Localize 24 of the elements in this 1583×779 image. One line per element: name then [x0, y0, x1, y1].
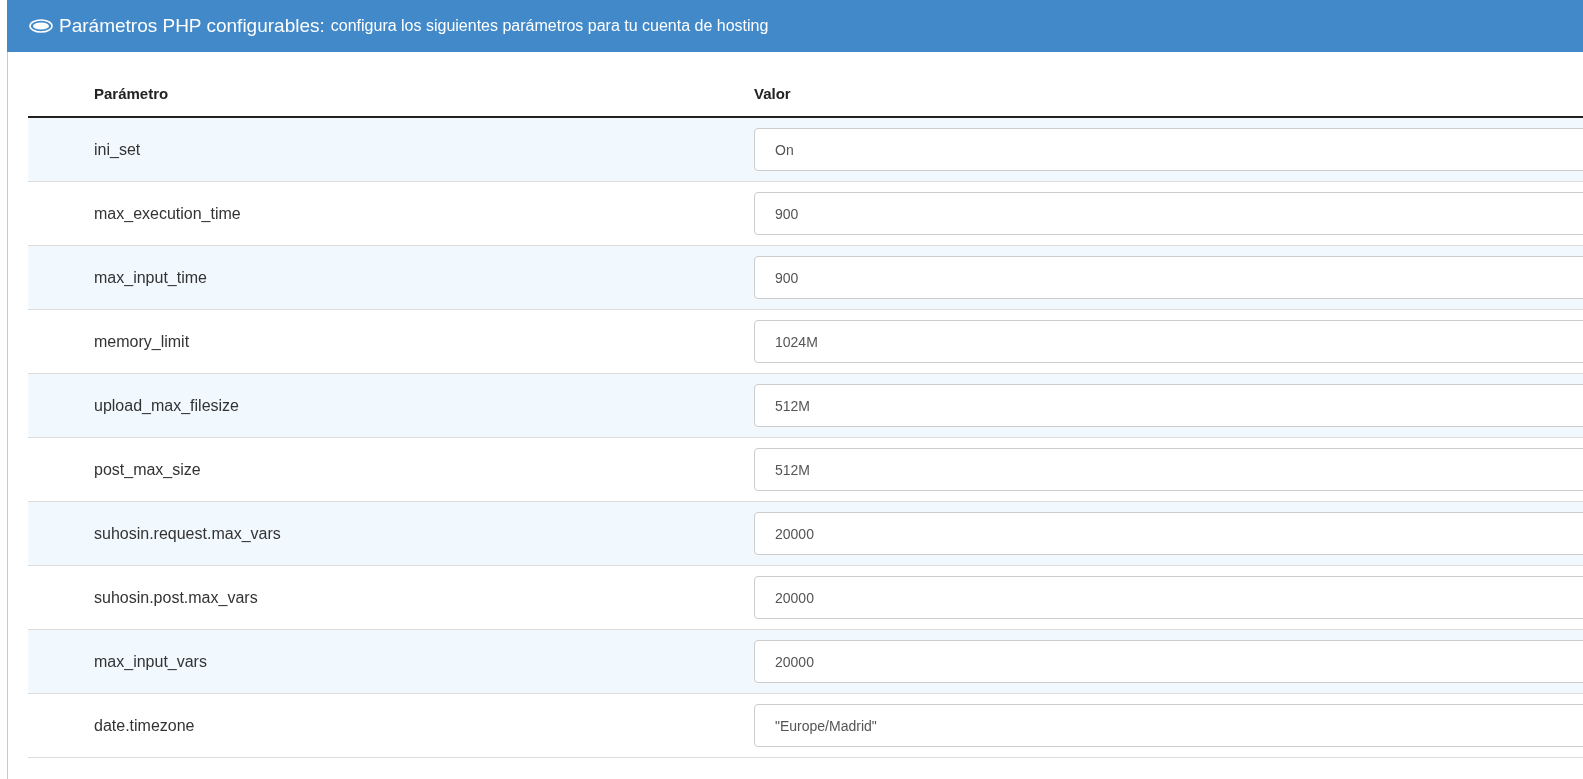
- panel-subtitle: configura los siguientes parámetros para tu cuenta de hosting: [330, 16, 769, 36]
- parameter-name: post_max_size: [93, 459, 202, 480]
- value-field[interactable]: "Europe/Madrid": [754, 704, 1583, 747]
- parameter-name: max_input_time: [93, 267, 208, 288]
- value-field[interactable]: 20000: [754, 576, 1583, 619]
- parameter-name: ini_set: [93, 139, 142, 160]
- panel-title: Parámetros PHP configurables:: [59, 13, 325, 38]
- value-field[interactable]: 20000: [754, 640, 1583, 683]
- column-header: Valor: [754, 83, 791, 104]
- value-field[interactable]: 512M: [754, 448, 1583, 491]
- parameter-name: memory_limit: [93, 331, 191, 352]
- value-field[interactable]: 900: [754, 256, 1583, 299]
- parameter-name: max_input_vars: [93, 651, 208, 672]
- value-field[interactable]: 512M: [754, 384, 1583, 427]
- value-field[interactable]: 900: [754, 192, 1583, 235]
- value-field[interactable]: 1024M: [754, 320, 1583, 363]
- parameter-name: suhosin.post.max_vars: [93, 587, 259, 608]
- parameter-name: suhosin.request.max_vars: [93, 523, 282, 544]
- parameter-name: date.timezone: [93, 715, 196, 736]
- column-header: Parámetro: [93, 83, 170, 104]
- value-field[interactable]: On: [754, 128, 1583, 171]
- parameter-name: max_execution_time: [93, 203, 242, 224]
- parameter-name: upload_max_filesize: [93, 395, 240, 416]
- value-field[interactable]: 20000: [754, 512, 1583, 555]
